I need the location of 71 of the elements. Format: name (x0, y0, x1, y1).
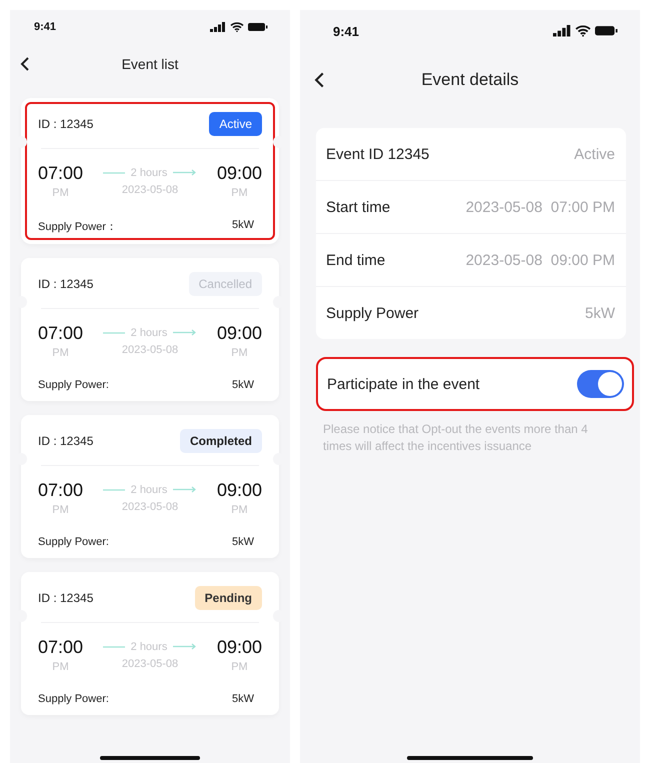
arrow-icon (173, 329, 198, 336)
event-date: 2023-05-08 (122, 344, 178, 356)
status-badge: Completed (180, 429, 262, 453)
notice-text: Please notice that Opt-out the events more than 4 times will affect the incentives issuance (323, 421, 589, 455)
arrow-icon (173, 486, 198, 493)
detail-label: Supply Power (326, 304, 419, 322)
detail-label: Start time (326, 198, 390, 216)
event-duration: 2 hours (130, 640, 168, 652)
participate-label: Participate in the event (327, 376, 480, 392)
detail-value: 2023-05-08 09:00 PM (466, 252, 615, 268)
wifi-icon (574, 25, 591, 37)
event-id: ID : 12345 (38, 277, 94, 291)
wifi-icon (230, 22, 244, 32)
start-time: 07:00 (38, 163, 84, 184)
power-label: Supply Power: (38, 693, 109, 705)
signal-icon (210, 22, 226, 32)
end-time: 09:00 (216, 163, 262, 184)
status-badge: Active (209, 112, 262, 136)
connector-line (102, 332, 125, 334)
battery-icon (595, 25, 618, 37)
end-time: 09:00 (216, 323, 262, 344)
status-time: 9:41 (34, 21, 56, 33)
power-label: Supply Power: (38, 536, 109, 548)
detail-label: Event ID 12345 (326, 146, 430, 162)
event-date: 2023-05-08 (122, 184, 178, 196)
detail-value: Active (574, 146, 615, 162)
screen-title: Event list (122, 56, 178, 72)
start-time: 07:00 (38, 480, 84, 501)
power-value: 5kW (232, 693, 254, 705)
end-period: PM (231, 347, 248, 359)
connector-line (102, 488, 125, 490)
end-period: PM (231, 187, 248, 199)
event-date: 2023-05-08 (122, 500, 178, 512)
end-time: 09:00 (216, 480, 262, 501)
back-icon[interactable] (314, 71, 325, 89)
start-time: 07:00 (38, 323, 84, 344)
status-badge: Cancelled (188, 272, 262, 296)
participate-switch[interactable] (577, 370, 624, 398)
event-duration: 2 hours (130, 484, 168, 496)
start-period: PM (52, 347, 69, 359)
event-id: ID : 12345 (38, 591, 94, 605)
end-period: PM (231, 504, 248, 516)
detail-label: End time (326, 252, 386, 268)
event-id: ID : 12345 (38, 434, 94, 448)
connector-line (102, 646, 125, 648)
status-time: 9:41 (333, 24, 360, 38)
start-period: PM (52, 661, 69, 673)
end-time: 09:00 (216, 637, 262, 658)
arrow-icon (173, 643, 198, 650)
start-period: PM (52, 504, 69, 516)
power-label: Supply Power: (38, 379, 109, 391)
status-badge: Pending (194, 586, 262, 610)
end-period: PM (231, 661, 248, 673)
power-value: 5kW (232, 219, 254, 233)
connector-line (102, 172, 125, 174)
event-date: 2023-05-08 (122, 658, 178, 670)
start-period: PM (52, 187, 69, 199)
event-duration: 2 hours (130, 166, 168, 178)
power-value: 5kW (232, 536, 254, 548)
power-value: 5kW (232, 379, 254, 391)
battery-icon (248, 22, 268, 32)
back-icon[interactable] (20, 56, 30, 72)
signal-icon (552, 25, 571, 37)
event-id: ID : 12345 (38, 117, 94, 131)
start-time: 07:00 (38, 637, 84, 658)
arrow-icon (173, 169, 198, 176)
detail-value: 5kW (585, 304, 615, 322)
detail-value: 2023-05-08 07:00 PM (466, 198, 615, 216)
screen-title: Event details (421, 70, 519, 90)
power-label: Supply Power： (38, 220, 117, 234)
event-duration: 2 hours (130, 326, 168, 338)
